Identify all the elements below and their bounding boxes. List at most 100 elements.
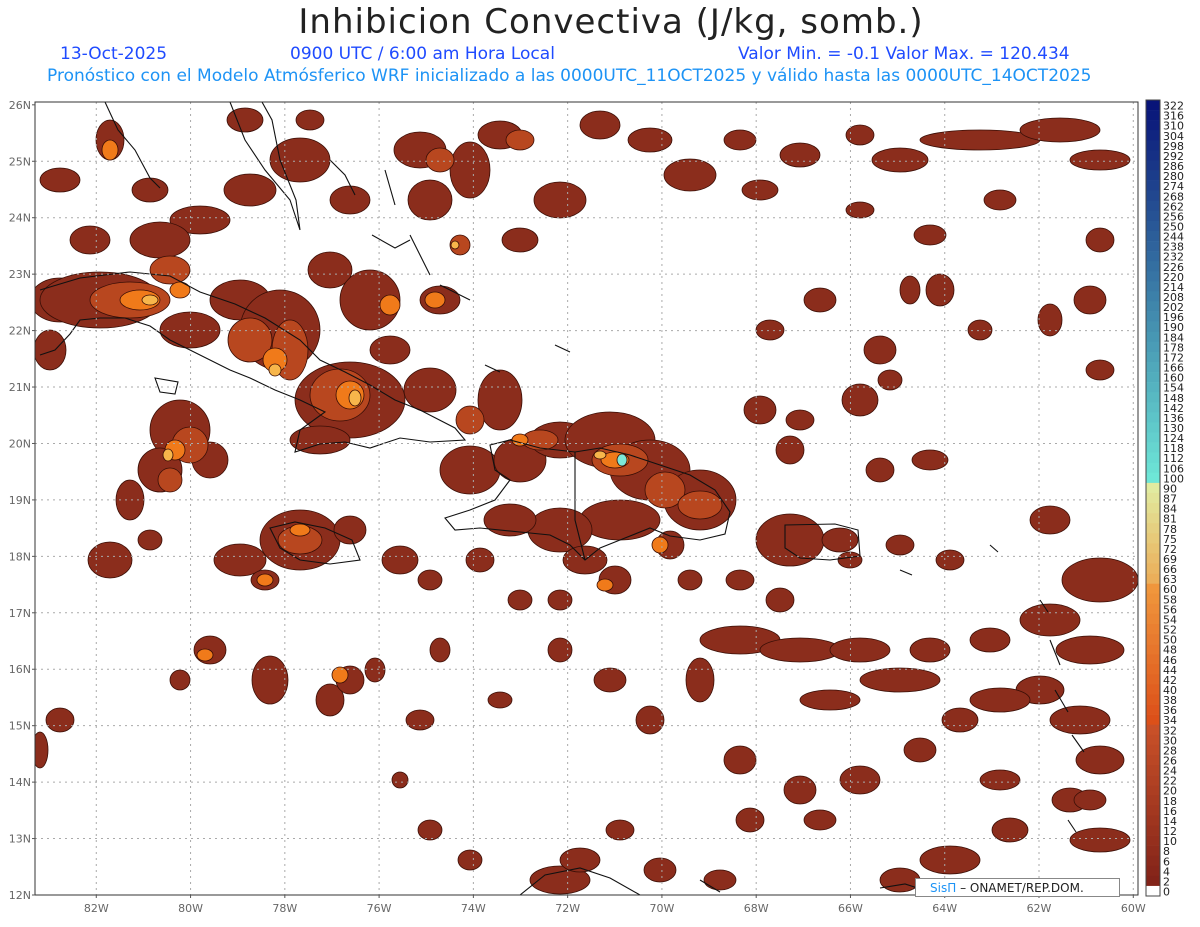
lat-label: 18N xyxy=(9,550,31,563)
colorbar-swatch xyxy=(1146,432,1160,443)
colorbar-swatch xyxy=(1146,523,1160,534)
colorbar-swatch xyxy=(1146,754,1160,766)
colorbar-swatch xyxy=(1146,644,1160,655)
colorbar-swatch xyxy=(1146,452,1160,464)
cin-map: 26N 25N 24N 23N 22N 21N 20N 19N 18N 17N 16N 15N 14N 1… xyxy=(9,99,1184,915)
colorbar: 3223163103042982922862802742682622562502… xyxy=(1145,99,1184,899)
colorbar-swatch xyxy=(1146,110,1160,121)
colorbar-swatch xyxy=(1146,462,1160,474)
lon-label: 72W xyxy=(555,902,580,915)
colorbar-swatch xyxy=(1146,704,1160,715)
lat-label: 22N xyxy=(9,325,31,338)
colorbar-swatch xyxy=(1146,311,1160,322)
colorbar-swatch xyxy=(1146,150,1160,161)
colorbar-swatch xyxy=(1146,351,1160,363)
latitude-labels: 26N 25N 24N 23N 22N 21N 20N 19N 18N 17N 16N 15N 14N 1… xyxy=(9,99,35,902)
lon-label: 74W xyxy=(461,902,486,915)
colorbar-swatch xyxy=(1146,684,1160,695)
colorbar-swatch xyxy=(1146,170,1160,181)
longitude-labels: 82W 80W 78W 76W 74W 72W 70W 68W 66W 64W 62W 60W xyxy=(84,895,1146,915)
lat-label: 12N xyxy=(9,889,31,902)
colorbar-swatch xyxy=(1146,714,1160,726)
colorbar-swatch xyxy=(1146,382,1160,393)
lat-label: 19N xyxy=(9,494,31,507)
colorbar-swatch xyxy=(1146,281,1160,292)
colorbar-swatch xyxy=(1146,301,1160,312)
colorbar-swatch xyxy=(1146,321,1160,333)
colorbar-swatch xyxy=(1146,825,1160,836)
lat-label: 25N xyxy=(9,155,31,168)
colorbar-swatch xyxy=(1146,200,1160,212)
colorbar-swatch xyxy=(1146,230,1160,242)
colorbar-swatch xyxy=(1146,815,1160,826)
colorbar-swatch xyxy=(1146,765,1160,776)
colorbar-swatch xyxy=(1146,331,1160,343)
colorbar-swatch xyxy=(1146,100,1160,111)
lat-label: 21N xyxy=(9,381,31,394)
colorbar-swatch xyxy=(1146,533,1160,544)
colorbar-swatch xyxy=(1146,674,1160,685)
colorbar-swatch xyxy=(1146,251,1160,262)
colorbar-swatch xyxy=(1146,885,1160,897)
colorbar-swatch xyxy=(1146,724,1160,736)
colorbar-swatch xyxy=(1146,734,1160,746)
colorbar-swatch xyxy=(1146,835,1160,846)
colorbar-swatch xyxy=(1146,664,1160,675)
colorbar-swatch xyxy=(1146,744,1160,756)
lat-label: 15N xyxy=(9,720,31,733)
lat-label: 26N xyxy=(9,99,31,112)
colorbar-swatch xyxy=(1146,291,1160,302)
lon-label: 64W xyxy=(932,902,957,915)
lat-label: 20N xyxy=(9,437,31,450)
colorbar-swatch xyxy=(1146,442,1160,453)
colorbar-swatch xyxy=(1146,563,1160,574)
colorbar-swatch xyxy=(1146,412,1160,423)
colorbar-swatch xyxy=(1146,795,1160,806)
colorbar-swatch xyxy=(1146,472,1160,484)
colorbar-swatch xyxy=(1146,482,1160,494)
colorbar-swatch xyxy=(1146,875,1160,887)
colorbar-swatch xyxy=(1146,130,1160,141)
credit-box: SisΠ – ONAMET/REP.DOM. xyxy=(915,878,1120,897)
lon-label: 66W xyxy=(838,902,863,915)
cin-field-layer xyxy=(35,107,1138,895)
lon-label: 78W xyxy=(272,902,297,915)
colorbar-swatch xyxy=(1146,241,1160,252)
colorbar-swatch xyxy=(1146,190,1160,202)
colorbar-swatch xyxy=(1146,603,1160,615)
colorbar-swatch xyxy=(1146,513,1160,524)
colorbar-swatch xyxy=(1146,492,1160,504)
colorbar-swatch xyxy=(1146,271,1160,282)
colorbar-swatch xyxy=(1146,341,1160,353)
colorbar-swatch xyxy=(1146,775,1160,786)
colorbar-swatch xyxy=(1146,613,1160,625)
colorbar-swatch xyxy=(1146,845,1160,856)
colorbar-swatch xyxy=(1146,573,1160,584)
colorbar-swatch xyxy=(1146,261,1160,272)
lat-label: 14N xyxy=(9,776,31,789)
lat-label: 13N xyxy=(9,833,31,846)
colorbar-swatch xyxy=(1146,120,1160,131)
colorbar-swatch xyxy=(1146,593,1160,605)
colorbar-swatch xyxy=(1146,694,1160,705)
lat-label: 17N xyxy=(9,607,31,620)
colorbar-swatch xyxy=(1146,855,1160,867)
colorbar-swatch xyxy=(1146,392,1160,403)
lon-label: 62W xyxy=(1027,902,1052,915)
sispi-logo-text: SisΠ xyxy=(930,881,957,895)
lon-label: 82W xyxy=(84,902,109,915)
colorbar-swatch xyxy=(1146,210,1160,222)
colorbar-swatch xyxy=(1146,785,1160,796)
lon-label: 76W xyxy=(367,902,392,915)
colorbar-swatch xyxy=(1146,422,1160,433)
credit-text: – ONAMET/REP.DOM. xyxy=(960,881,1084,895)
colorbar-swatch xyxy=(1146,865,1160,877)
colorbar-swatch xyxy=(1146,372,1160,383)
colorbar-swatch xyxy=(1146,220,1160,232)
colorbar-swatch xyxy=(1146,140,1160,151)
colorbar-swatch xyxy=(1146,553,1160,564)
lon-label: 80W xyxy=(178,902,203,915)
colorbar-swatch xyxy=(1146,654,1160,665)
lat-label: 23N xyxy=(9,268,31,281)
colorbar-swatch xyxy=(1146,503,1160,514)
